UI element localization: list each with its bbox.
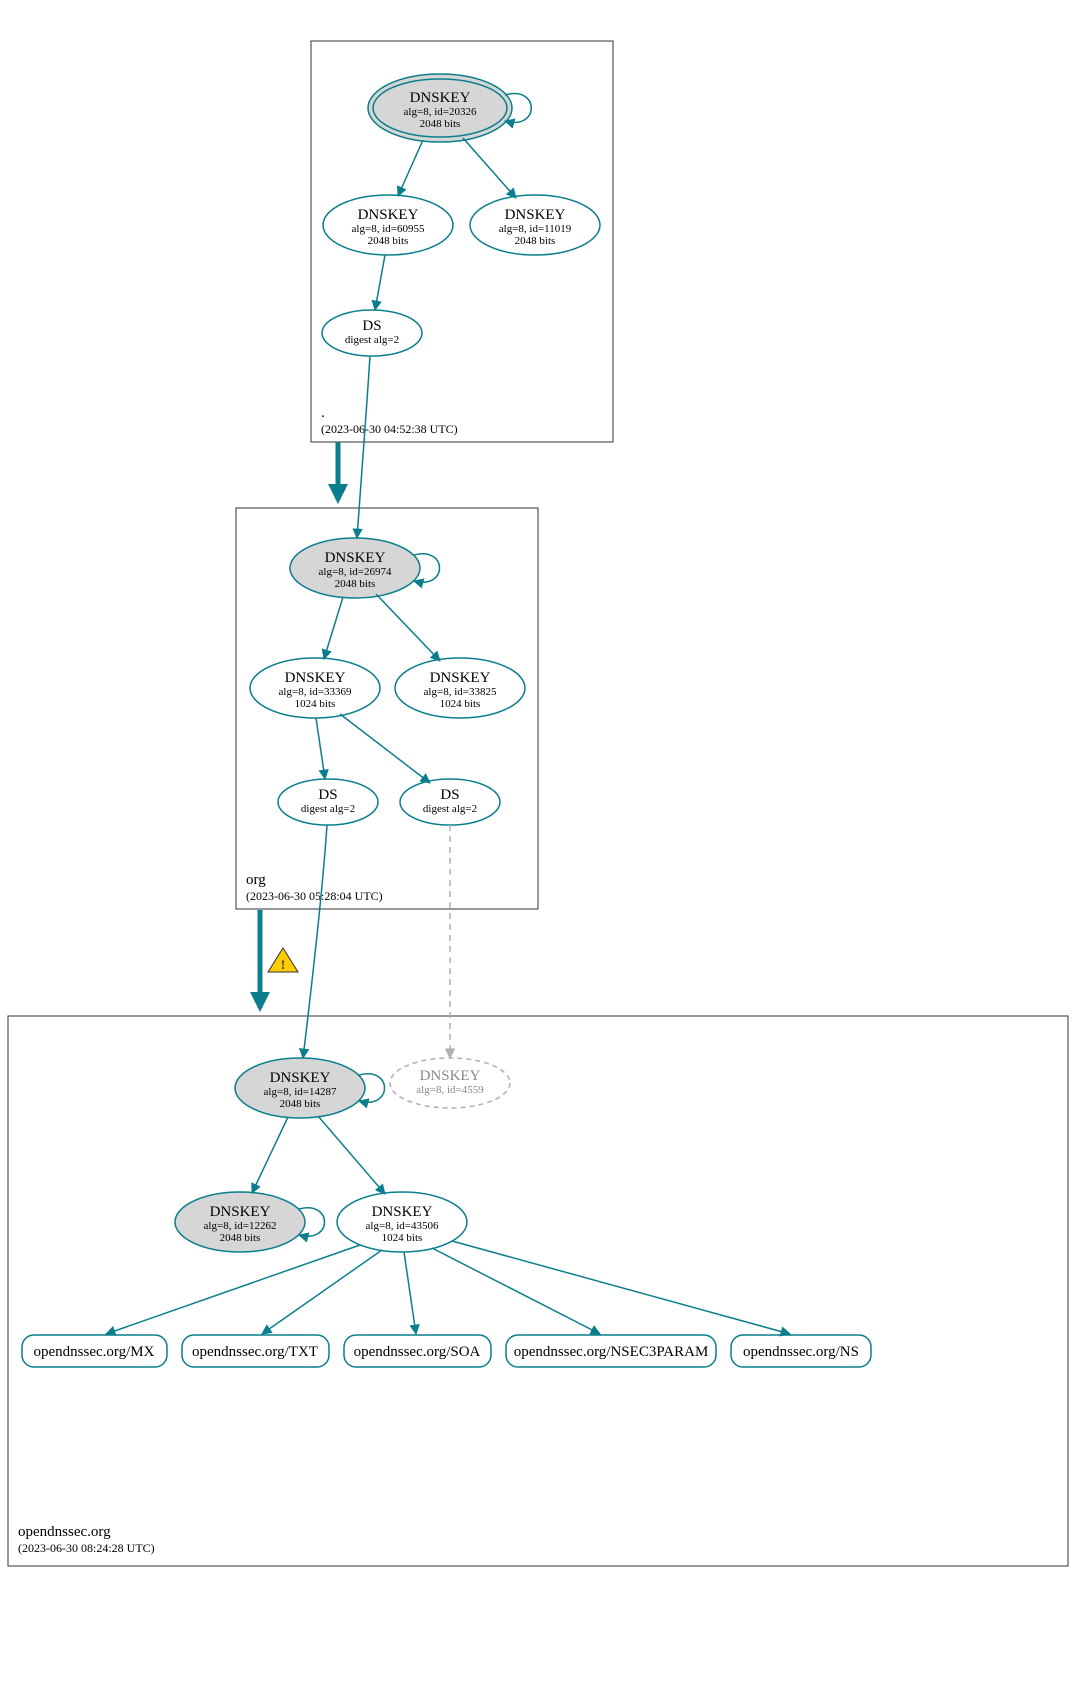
edge-org-zsk1-ds2 — [340, 714, 430, 783]
node-od-key-12262: DNSKEY alg=8, id=12262 2048 bits — [175, 1192, 305, 1252]
zone-box-opendnssec — [8, 1016, 1068, 1566]
svg-text:digest alg=2: digest alg=2 — [423, 803, 477, 815]
svg-text:2048 bits: 2048 bits — [335, 578, 376, 590]
svg-text:alg=8, id=43506: alg=8, id=43506 — [366, 1220, 439, 1232]
rrset-ns: opendnssec.org/NS — [731, 1335, 871, 1367]
svg-text:DNSKEY: DNSKEY — [372, 1204, 433, 1220]
rrset-nsec3param: opendnssec.org/NSEC3PARAM — [506, 1335, 716, 1367]
svg-text:alg=8, id=60955: alg=8, id=60955 — [352, 223, 425, 235]
zone-time-root: (2023-06-30 04:52:38 UTC) — [321, 422, 458, 436]
node-org-zsk-33825: DNSKEY alg=8, id=33825 1024 bits — [395, 658, 525, 718]
svg-text:opendnssec.org/NS: opendnssec.org/NS — [743, 1344, 859, 1360]
svg-text:alg=8, id=20326: alg=8, id=20326 — [404, 106, 477, 118]
svg-text:DNSKEY: DNSKEY — [358, 207, 419, 223]
edge-zsk-mx — [106, 1245, 360, 1334]
node-root-ds: DS digest alg=2 — [322, 310, 422, 356]
edge-root-ksk-zsk1 — [398, 140, 423, 196]
svg-text:DNSKEY: DNSKEY — [505, 207, 566, 223]
svg-text:2048 bits: 2048 bits — [368, 235, 409, 247]
node-org-ksk: DNSKEY alg=8, id=26974 2048 bits — [290, 538, 420, 598]
svg-text:!: ! — [281, 957, 285, 972]
edge-root-zsk1-ds — [375, 255, 385, 310]
zone-label-root: . — [321, 405, 325, 421]
svg-text:DNSKEY: DNSKEY — [210, 1204, 271, 1220]
svg-text:2048 bits: 2048 bits — [515, 235, 556, 247]
svg-text:1024 bits: 1024 bits — [440, 698, 481, 710]
svg-text:DS: DS — [440, 787, 459, 803]
zone-time-opendnssec: (2023-06-30 08:24:28 UTC) — [18, 1541, 155, 1555]
svg-text:DNSKEY: DNSKEY — [285, 670, 346, 686]
edge-zsk-ns — [452, 1241, 790, 1334]
node-org-ds2: DS digest alg=2 — [400, 779, 500, 825]
node-org-ds1: DS digest alg=2 — [278, 779, 378, 825]
svg-text:opendnssec.org/TXT: opendnssec.org/TXT — [192, 1344, 318, 1360]
zone-label-org: org — [246, 872, 266, 888]
dnssec-chain-diagram: . (2023-06-30 04:52:38 UTC) org (2023-06… — [0, 0, 1077, 1690]
svg-text:1024 bits: 1024 bits — [382, 1232, 423, 1244]
svg-text:DNSKEY: DNSKEY — [270, 1070, 331, 1086]
svg-text:alg=8, id=4559: alg=8, id=4559 — [416, 1084, 484, 1096]
svg-text:alg=8, id=26974: alg=8, id=26974 — [319, 566, 392, 578]
edge-org-zsk1-ds1 — [316, 718, 325, 779]
node-root-zsk-11019: DNSKEY alg=8, id=11019 2048 bits — [470, 195, 600, 255]
rrset-txt: opendnssec.org/TXT — [182, 1335, 329, 1367]
node-root-ksk: DNSKEY alg=8, id=20326 2048 bits — [368, 74, 512, 142]
edge-zsk-txt — [262, 1250, 382, 1334]
edge-od-ksk-zsk — [318, 1116, 385, 1194]
svg-text:DS: DS — [362, 318, 381, 334]
svg-text:alg=8, id=14287: alg=8, id=14287 — [264, 1086, 337, 1098]
node-root-zsk-60955: DNSKEY alg=8, id=60955 2048 bits — [323, 195, 453, 255]
svg-text:DNSKEY: DNSKEY — [410, 90, 471, 106]
svg-text:2048 bits: 2048 bits — [280, 1098, 321, 1110]
rrset-mx: opendnssec.org/MX — [22, 1335, 167, 1367]
zone-label-opendnssec: opendnssec.org — [18, 1524, 111, 1540]
svg-text:1024 bits: 1024 bits — [295, 698, 336, 710]
zone-time-org: (2023-06-30 05:28:04 UTC) — [246, 889, 383, 903]
svg-text:alg=8, id=33369: alg=8, id=33369 — [279, 686, 352, 698]
node-od-zsk-43506: DNSKEY alg=8, id=43506 1024 bits — [337, 1192, 467, 1252]
svg-text:alg=8, id=11019: alg=8, id=11019 — [499, 223, 572, 235]
svg-text:alg=8, id=12262: alg=8, id=12262 — [204, 1220, 277, 1232]
edge-org-ksk-zsk1 — [324, 597, 343, 659]
node-od-ksk: DNSKEY alg=8, id=14287 2048 bits — [235, 1058, 365, 1118]
edge-od-ksk-key2 — [252, 1117, 288, 1193]
warning-icon: ! — [268, 948, 298, 972]
svg-text:2048 bits: 2048 bits — [420, 118, 461, 130]
svg-text:alg=8, id=33825: alg=8, id=33825 — [424, 686, 497, 698]
svg-text:DNSKEY: DNSKEY — [325, 550, 386, 566]
node-org-zsk-33369: DNSKEY alg=8, id=33369 1024 bits — [250, 658, 380, 718]
svg-text:DS: DS — [318, 787, 337, 803]
edge-org-ksk-zsk2 — [376, 594, 440, 661]
svg-text:DNSKEY: DNSKEY — [420, 1068, 481, 1084]
svg-text:digest alg=2: digest alg=2 — [345, 334, 399, 346]
edge-zsk-nsec3param — [432, 1248, 600, 1334]
edge-zsk-soa — [404, 1252, 416, 1334]
edge-root-ksk-zsk2 — [463, 138, 516, 198]
svg-text:2048 bits: 2048 bits — [220, 1232, 261, 1244]
svg-text:DNSKEY: DNSKEY — [430, 670, 491, 686]
node-od-ghost: DNSKEY alg=8, id=4559 — [390, 1058, 510, 1108]
edge-root-ds-to-org-ksk — [357, 356, 370, 538]
rrset-soa: opendnssec.org/SOA — [344, 1335, 491, 1367]
svg-text:opendnssec.org/MX: opendnssec.org/MX — [34, 1344, 155, 1360]
svg-text:opendnssec.org/NSEC3PARAM: opendnssec.org/NSEC3PARAM — [514, 1344, 709, 1360]
svg-text:opendnssec.org/SOA: opendnssec.org/SOA — [354, 1344, 481, 1360]
edge-org-ds1-to-od-ksk — [303, 825, 327, 1058]
svg-text:digest alg=2: digest alg=2 — [301, 803, 355, 815]
